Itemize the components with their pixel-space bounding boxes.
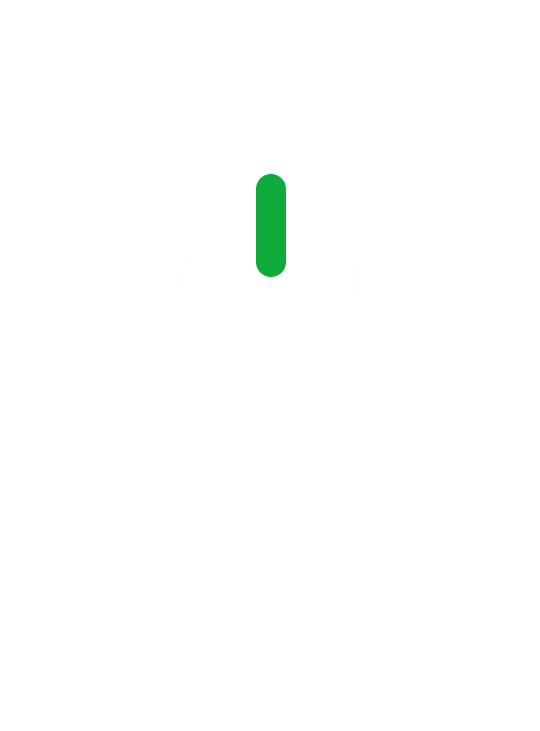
power-icon <box>182 174 360 369</box>
splash-screen <box>0 0 540 731</box>
power-bar <box>256 174 286 277</box>
